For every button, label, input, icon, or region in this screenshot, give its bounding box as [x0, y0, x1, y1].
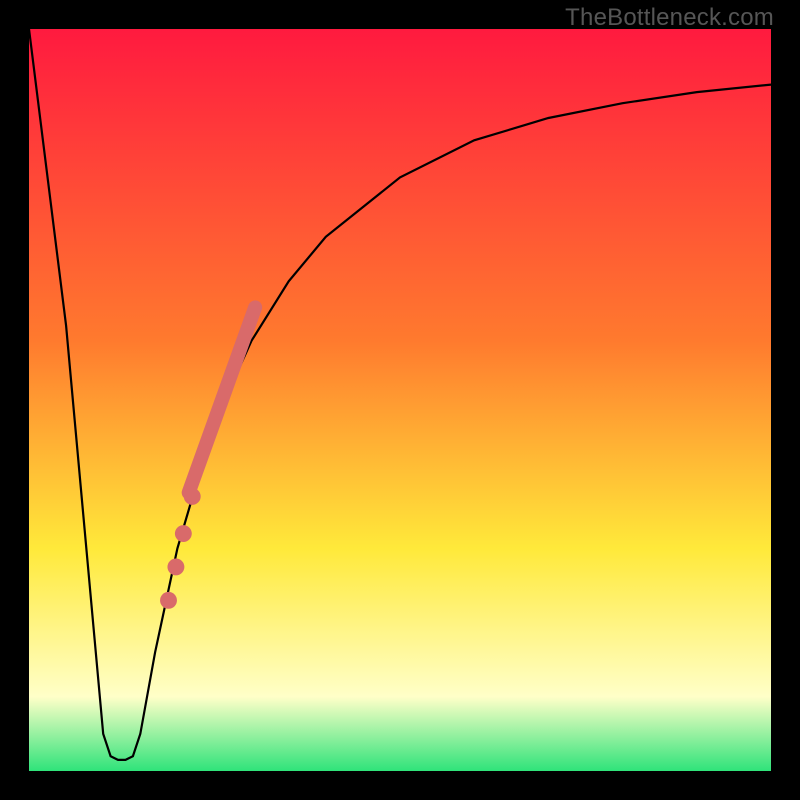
- chart-frame: TheBottleneck.com: [0, 0, 800, 800]
- plot-svg: [29, 29, 771, 771]
- gradient-background: [29, 29, 771, 771]
- plot-area: [29, 29, 771, 771]
- data-point: [160, 592, 177, 609]
- data-point: [175, 525, 192, 542]
- data-point: [167, 558, 184, 575]
- watermark-text: TheBottleneck.com: [565, 4, 774, 32]
